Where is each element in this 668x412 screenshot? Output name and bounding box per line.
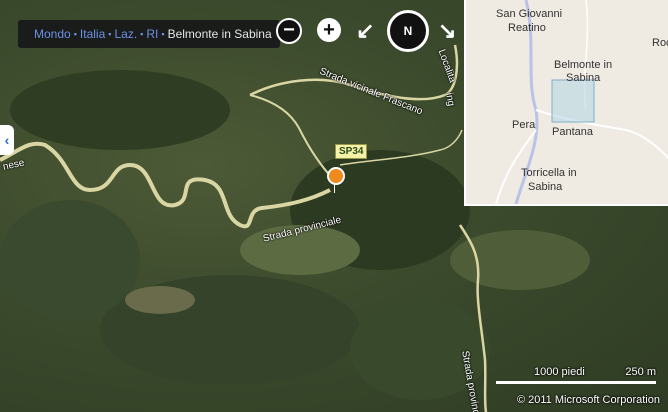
map-view[interactable]: Mondo ▪ Italia ▪ Laz. ▪ RI ▪ Belmonte in… — [0, 0, 668, 412]
overview-place-label: Pantana — [552, 126, 593, 138]
scale-imperial-label: 1000 piedi — [534, 366, 585, 378]
breadcrumb-current: Belmonte in Sabina — [167, 27, 272, 41]
overview-place-label: Belmonte in — [554, 59, 613, 71]
breadcrumb-separator: ▪ — [108, 29, 112, 39]
breadcrumb-link-rieti[interactable]: RI — [146, 27, 158, 41]
road-label-ing: ing — [443, 92, 457, 108]
breadcrumb-link-mondo[interactable]: Mondo — [34, 27, 71, 41]
breadcrumb: Mondo ▪ Italia ▪ Laz. ▪ RI ▪ Belmonte in… — [18, 20, 280, 48]
breadcrumb-separator: ▪ — [161, 29, 165, 39]
scale-bar: 1000 piedi 250 m — [496, 366, 658, 386]
overview-place-label: Torricella in — [521, 167, 577, 179]
rotate-left-button[interactable]: ↙ — [356, 18, 374, 44]
overview-place-label: Pera — [512, 119, 536, 131]
overview-place-label: Reatino — [508, 22, 546, 34]
compass-north-label: N — [403, 24, 413, 38]
location-pin-icon[interactable] — [327, 167, 345, 185]
left-panel-toggle[interactable]: ‹ — [0, 125, 14, 155]
scale-metric-label: 250 m — [625, 366, 656, 378]
breadcrumb-link-italia[interactable]: Italia — [80, 27, 105, 41]
overview-place-label: San Giovanni — [496, 8, 563, 20]
copyright-notice: © 2011 Microsoft Corporation — [516, 394, 660, 406]
zoom-out-button[interactable]: − — [276, 18, 302, 44]
overview-place-label: Roc — [652, 37, 668, 49]
compass-button[interactable]: N — [387, 10, 429, 52]
zoom-in-button[interactable]: + — [317, 18, 341, 42]
scale-bar-line — [496, 381, 656, 384]
breadcrumb-separator: ▪ — [73, 29, 77, 39]
overview-map[interactable]: San Giovanni Reatino Belmonte in Sabina … — [464, 0, 668, 206]
road-badge-sp34: SP34 — [335, 144, 368, 159]
location-pin-stem — [334, 183, 335, 193]
rotate-right-button[interactable]: ↘ — [438, 18, 456, 44]
overview-place-label: Sabina — [528, 181, 563, 193]
overview-place-label: Sabina — [566, 72, 601, 84]
breadcrumb-link-lazio[interactable]: Laz. — [114, 27, 137, 41]
breadcrumb-separator: ▪ — [140, 29, 144, 39]
